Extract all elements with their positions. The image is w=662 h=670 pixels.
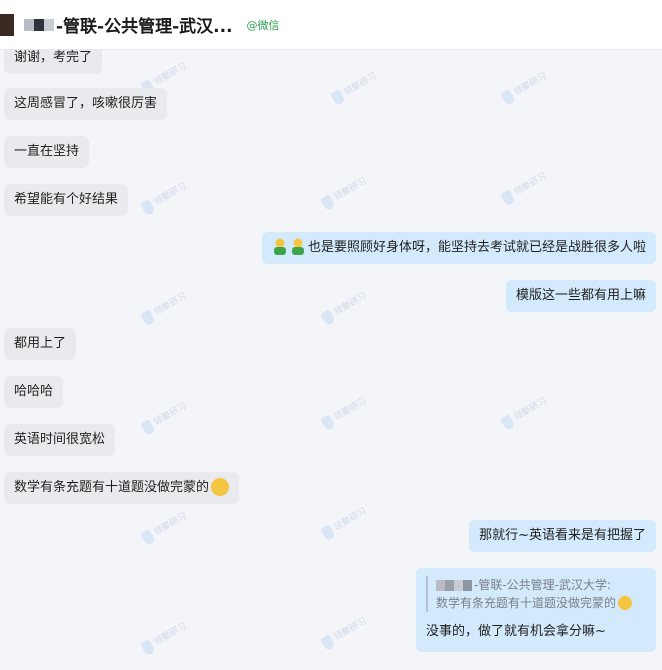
message-bubble[interactable]: 那就行~英语看来是有把握了 bbox=[469, 520, 656, 552]
message-bubble[interactable]: 这周感冒了，咳嗽很厉害 bbox=[4, 88, 168, 120]
quoted-message[interactable]: -管联-公共管理-武汉大学: 数学有条充题有十道题没做完蒙的 bbox=[426, 576, 646, 612]
watermark: 领聚研习 bbox=[499, 394, 550, 431]
quoted-reply-bubble[interactable]: -管联-公共管理-武汉大学: 数学有条充题有十道题没做完蒙的 没事的，做了就有机… bbox=[416, 568, 656, 652]
watermark: 领聚研习 bbox=[319, 614, 370, 651]
message-bubble[interactable]: 也是要照顾好身体呀，能坚持去考试就已经是战胜很多人啦 bbox=[261, 232, 656, 264]
message-bubble[interactable]: 谢谢，考完了 bbox=[4, 50, 103, 74]
watermark: 领聚研习 bbox=[319, 394, 370, 431]
message-bubble[interactable]: 模版这一些都有用上嘛 bbox=[505, 280, 656, 312]
message-bubble[interactable]: 英语时间很宽松 bbox=[4, 424, 116, 456]
chat-area[interactable]: 领聚研习 领聚研习 领聚研习 领聚研习 领聚研习 领聚研习 领聚研习 领聚研习 … bbox=[0, 50, 662, 670]
watermark: 领聚研习 bbox=[499, 169, 550, 206]
laugh-emoji-icon bbox=[618, 595, 633, 610]
reply-text: 没事的，做了就有机会拿分嘛~ bbox=[426, 624, 606, 639]
watermark: 领聚研习 bbox=[139, 179, 190, 216]
chat-header: -管联-公共管理-武汉... @微信 bbox=[0, 0, 662, 50]
person-emoji-icon bbox=[290, 238, 306, 256]
person-emoji-icon bbox=[272, 238, 288, 256]
watermark: 领聚研习 bbox=[499, 69, 550, 106]
laugh-emoji-icon bbox=[211, 477, 230, 496]
watermark: 领聚研习 bbox=[139, 509, 190, 546]
blurred-name bbox=[24, 18, 54, 31]
message-bubble[interactable]: 希望能有个好结果 bbox=[4, 184, 129, 216]
watermark: 领聚研习 bbox=[319, 504, 370, 541]
message-bubble[interactable]: 数学有条充题有十道题没做完蒙的 bbox=[4, 472, 240, 504]
watermark: 领聚研习 bbox=[139, 399, 190, 436]
watermark: 领聚研习 bbox=[329, 69, 380, 106]
message-bubble[interactable]: 一直在坚持 bbox=[4, 136, 90, 168]
message-bubble[interactable]: 哈哈哈 bbox=[4, 376, 64, 408]
avatar[interactable] bbox=[0, 13, 14, 36]
watermark: 领聚研习 bbox=[139, 619, 190, 656]
chat-title: -管联-公共管理-武汉... bbox=[56, 17, 233, 37]
watermark: 领聚研习 bbox=[319, 174, 370, 211]
source-tag: @微信 bbox=[246, 18, 280, 32]
watermark: 领聚研习 bbox=[319, 289, 370, 326]
watermark: 领聚研习 bbox=[139, 289, 190, 326]
blurred-name bbox=[436, 580, 472, 591]
message-bubble[interactable]: 都用上了 bbox=[4, 328, 77, 360]
